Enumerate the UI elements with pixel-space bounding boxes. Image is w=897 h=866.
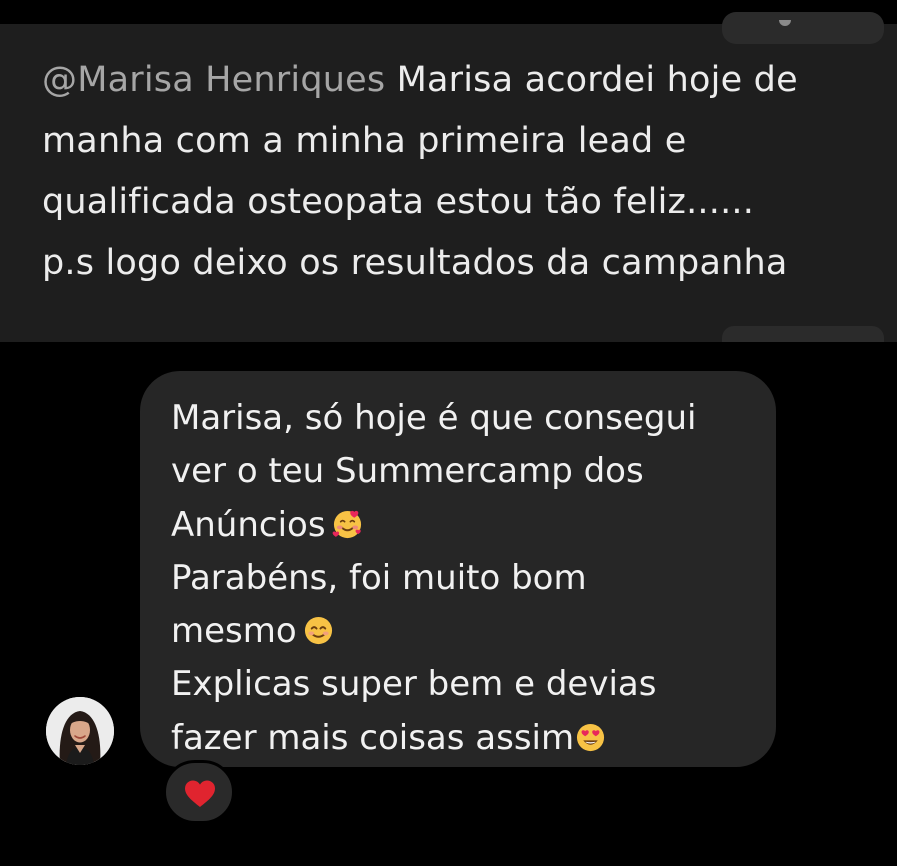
message-line: Anúncios bbox=[171, 499, 771, 552]
message-text: Marisa, só hoje é que consegui ver o teu… bbox=[171, 392, 771, 765]
message-line: ver o teu Summercamp dos bbox=[171, 451, 644, 492]
comment-action-pill[interactable] bbox=[722, 12, 884, 44]
smiling-face-icon bbox=[303, 615, 334, 646]
message-line: fazer mais coisas assim bbox=[171, 712, 771, 765]
comment-line-1: Marisa acordei hoje de bbox=[385, 60, 798, 100]
message-line: Explicas super bem e devias bbox=[171, 664, 657, 705]
comment-line-4: p.s logo deixo os resultados da campanha bbox=[42, 243, 788, 283]
reaction-badge[interactable] bbox=[163, 760, 235, 824]
smiling-face-with-hearts-icon bbox=[332, 509, 363, 540]
heart-eyes-face-icon bbox=[575, 722, 606, 753]
message-line: mesmo bbox=[171, 605, 771, 658]
comment-line-2: manha com a minha primeira lead e bbox=[42, 121, 687, 161]
comment-text: @Marisa Henriques Marisa acordei hoje de… bbox=[42, 50, 882, 294]
comment-action-pill-bottom[interactable] bbox=[722, 326, 884, 342]
mention-link[interactable]: @Marisa Henriques bbox=[42, 60, 385, 100]
comment-line-3: qualificada osteopata estou tão feliz...… bbox=[42, 182, 755, 222]
profile-photo-icon bbox=[46, 697, 114, 765]
message-line: Parabéns, foi muito bom bbox=[171, 557, 587, 598]
avatar[interactable] bbox=[46, 697, 114, 765]
red-heart-icon bbox=[185, 780, 215, 807]
message-line: Marisa, só hoje é que consegui bbox=[171, 398, 697, 438]
